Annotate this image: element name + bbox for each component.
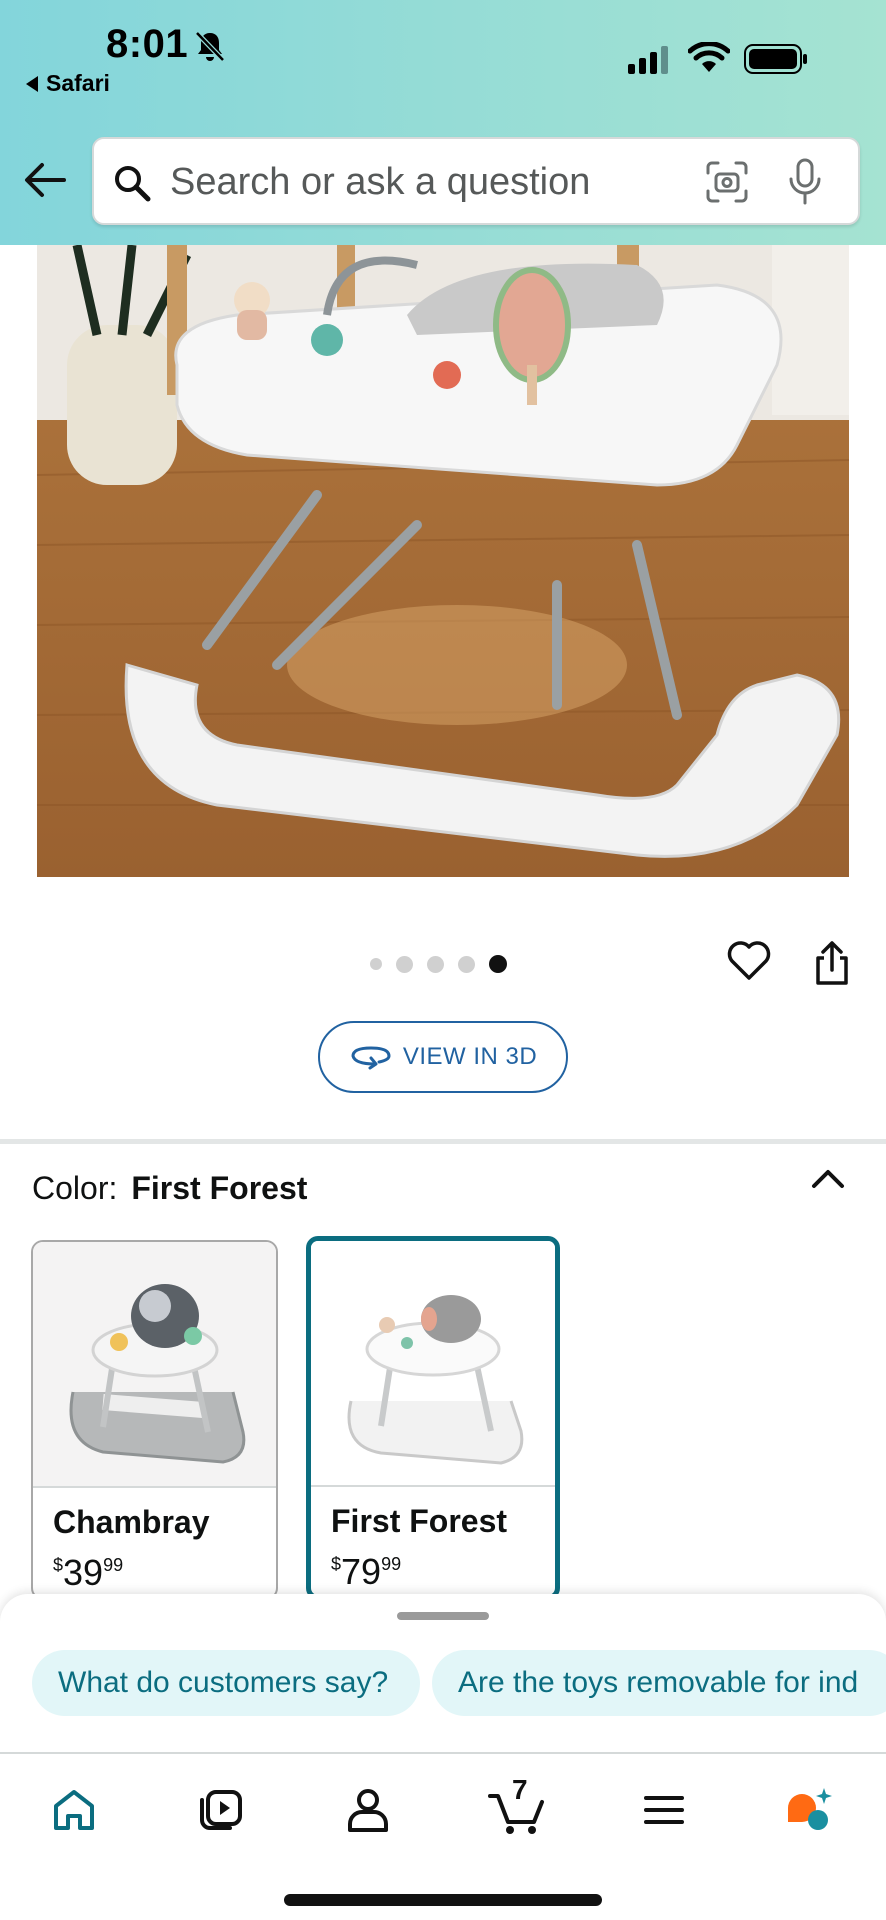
price-currency: $ bbox=[331, 1554, 342, 1574]
carousel-dots[interactable] bbox=[370, 955, 507, 973]
bottom-tab-bar: 7 bbox=[0, 1752, 886, 1920]
back-arrow-icon[interactable] bbox=[22, 160, 68, 200]
swatch-name: First Forest bbox=[331, 1503, 508, 1539]
back-to-safari[interactable]: Safari bbox=[26, 70, 110, 97]
microphone-icon[interactable] bbox=[786, 157, 824, 207]
carousel-dot[interactable] bbox=[458, 955, 475, 973]
chevron-up-icon[interactable] bbox=[810, 1166, 846, 1190]
swatch-price: $7999 bbox=[331, 1551, 401, 1593]
carousel-dot[interactable] bbox=[370, 958, 382, 970]
color-selector-header: Color: First Forest bbox=[32, 1170, 307, 1207]
carousel-dot[interactable] bbox=[427, 955, 444, 973]
home-icon[interactable] bbox=[48, 1784, 100, 1836]
product-image[interactable] bbox=[37, 245, 849, 877]
bell-muted-icon bbox=[195, 31, 225, 62]
rotate-3d-icon bbox=[351, 1046, 391, 1070]
suggestion-chip[interactable]: Are the toys removable for ind bbox=[432, 1650, 886, 1716]
back-triangle-icon bbox=[26, 75, 38, 92]
swatch-name: Chambray bbox=[53, 1504, 210, 1540]
battery-icon bbox=[744, 44, 807, 74]
account-icon[interactable] bbox=[342, 1784, 394, 1836]
carousel-dot[interactable] bbox=[396, 955, 413, 973]
cellular-signal-icon bbox=[628, 46, 668, 74]
price-whole: 39 bbox=[63, 1552, 104, 1593]
section-divider bbox=[0, 1139, 886, 1144]
price-fraction: 99 bbox=[103, 1555, 124, 1575]
swatch-image-first-forest bbox=[311, 1241, 555, 1485]
back-app-label: Safari bbox=[46, 70, 110, 96]
home-indicator[interactable] bbox=[284, 1894, 602, 1906]
search-icon bbox=[115, 166, 151, 202]
header: 8:01 Safari Search or ask a question bbox=[0, 0, 886, 245]
search-bar[interactable]: Search or ask a question bbox=[92, 137, 860, 225]
rufus-assistant-icon[interactable] bbox=[782, 1784, 834, 1836]
video-library-icon[interactable] bbox=[194, 1784, 246, 1836]
color-label: Color: bbox=[32, 1170, 118, 1206]
price-currency: $ bbox=[53, 1555, 64, 1575]
color-option-first-forest[interactable]: First Forest $7999 bbox=[306, 1236, 560, 1600]
search-input[interactable]: Search or ask a question bbox=[170, 161, 590, 204]
heart-icon[interactable] bbox=[726, 940, 772, 982]
cart-count-badge: 7 bbox=[512, 1774, 528, 1805]
status-time: 8:01 bbox=[106, 22, 189, 66]
carousel-dot-active[interactable] bbox=[489, 955, 507, 973]
wifi-icon bbox=[688, 42, 730, 72]
color-option-chambray[interactable]: Chambray $3999 bbox=[31, 1240, 278, 1600]
swatch-image-chambray bbox=[33, 1242, 276, 1486]
swatch-separator bbox=[33, 1486, 276, 1488]
camera-search-icon[interactable] bbox=[704, 159, 750, 205]
price-whole: 79 bbox=[341, 1551, 382, 1592]
price-fraction: 99 bbox=[381, 1554, 402, 1574]
swatch-price: $3999 bbox=[53, 1552, 123, 1594]
view-in-3d-label: VIEW IN 3D bbox=[402, 1043, 538, 1070]
sheet-grabber[interactable] bbox=[397, 1612, 489, 1620]
rufus-suggestion-sheet: What do customers say? Are the toys remo… bbox=[0, 1594, 886, 1754]
suggestion-chip[interactable]: What do customers say? bbox=[32, 1650, 420, 1716]
view-in-3d-button[interactable]: VIEW IN 3D bbox=[318, 1021, 568, 1093]
swatch-separator bbox=[311, 1485, 555, 1487]
baby-walker-photo bbox=[37, 245, 849, 877]
menu-icon[interactable] bbox=[638, 1784, 690, 1836]
share-icon[interactable] bbox=[812, 940, 852, 986]
color-selected-value: First Forest bbox=[131, 1170, 308, 1206]
